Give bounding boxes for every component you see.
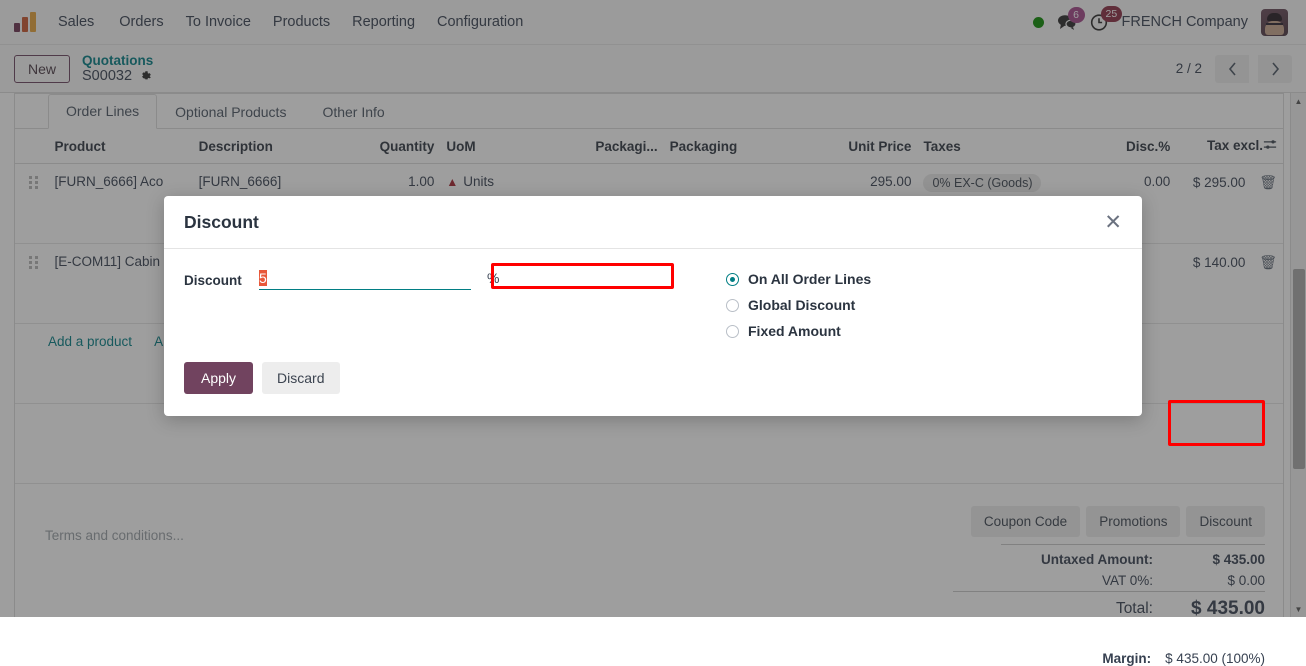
apply-button[interactable]: Apply: [184, 362, 253, 394]
dialog-title: Discount: [184, 212, 259, 233]
radio-label-on-all-order-lines: On All Order Lines: [748, 271, 871, 287]
radio-label-fixed-amount: Fixed Amount: [748, 323, 841, 339]
margin-value: $ 435.00 (100%): [1165, 651, 1265, 666]
percent-label: %: [487, 270, 499, 286]
discount-dialog: Discount ✕ Discount % On All Order Lines…: [164, 196, 1142, 416]
dialog-footer: Apply Discard: [164, 362, 1142, 416]
dialog-body: Discount % On All Order Lines Global Dis…: [164, 249, 1142, 362]
radio-icon-selected[interactable]: [726, 273, 739, 286]
discount-type-radio-group: On All Order Lines Global Discount Fixed…: [726, 269, 871, 340]
margin-row: Margin: $ 435.00 (100%): [953, 651, 1265, 666]
discount-field-group: Discount %: [184, 269, 704, 340]
radio-icon-unselected[interactable]: [726, 299, 739, 312]
radio-option-fixed-amount[interactable]: Fixed Amount: [726, 322, 871, 340]
close-icon[interactable]: ✕: [1104, 212, 1122, 233]
discount-field-label: Discount: [184, 269, 259, 288]
radio-icon-unselected[interactable]: [726, 325, 739, 338]
radio-label-global-discount: Global Discount: [748, 297, 855, 313]
margin-label: Margin:: [1102, 651, 1151, 666]
dialog-header: Discount ✕: [164, 196, 1142, 249]
discard-button[interactable]: Discard: [262, 362, 339, 394]
radio-option-on-all-order-lines[interactable]: On All Order Lines: [726, 270, 871, 288]
discount-input[interactable]: [259, 269, 471, 290]
radio-option-global-discount[interactable]: Global Discount: [726, 296, 871, 314]
